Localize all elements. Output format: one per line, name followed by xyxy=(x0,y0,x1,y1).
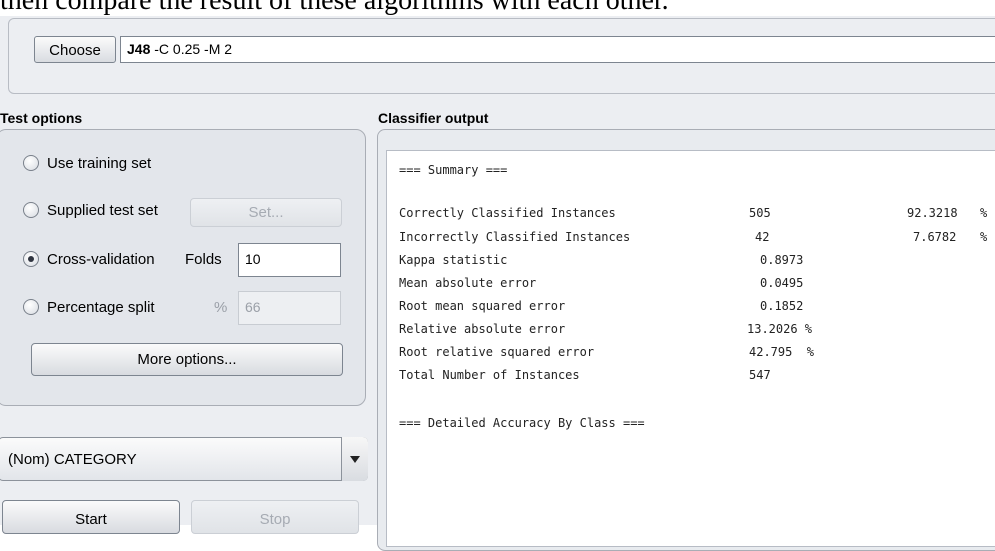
stat-label: Root mean squared error xyxy=(399,299,566,313)
stat-value: 505 xyxy=(749,206,771,220)
stat-value: 0.8973 xyxy=(760,253,804,267)
stat-percentage: 7.6782 xyxy=(913,230,957,244)
stat-value: 0.1852 xyxy=(760,299,804,313)
dropdown-arrow-icon[interactable] xyxy=(341,437,368,481)
set-button[interactable]: Set... xyxy=(190,198,342,227)
radio-cross-validation[interactable] xyxy=(23,251,39,267)
radio-supplied-test-set[interactable] xyxy=(23,202,39,218)
class-attribute-select[interactable]: (Nom) CATEGORY xyxy=(0,437,368,481)
percent-symbol: % xyxy=(980,230,988,244)
test-options-title: Test options xyxy=(0,110,83,126)
stop-button[interactable]: Stop xyxy=(191,500,359,534)
stat-value: 42 xyxy=(755,230,770,244)
stat-value: 0.0495 xyxy=(760,276,804,290)
choose-button[interactable]: Choose xyxy=(34,36,116,63)
start-button[interactable]: Start xyxy=(2,500,180,534)
use-training-set-label: Use training set xyxy=(47,155,152,172)
stat-label: Incorrectly Classified Instances xyxy=(399,230,631,244)
classifier-config-field[interactable]: J48 -C 0.25 -M 2 xyxy=(120,36,995,63)
stat-label: Mean absolute error xyxy=(399,276,537,290)
folds-label: Folds xyxy=(185,251,222,268)
stat-value: 13.2026 % xyxy=(747,322,813,336)
stat-value: 547 xyxy=(749,368,771,382)
percent-symbol: % xyxy=(980,206,988,220)
test-options-panel: Use training set Supplied test set Set..… xyxy=(0,129,366,406)
stat-label: Root relative squared error xyxy=(399,345,595,359)
weka-classifier-window: Choose J48 -C 0.25 -M 2 Test options Use… xyxy=(0,16,995,551)
classifier-output-text[interactable]: === Summary === Correctly Classified Ins… xyxy=(386,150,995,547)
stat-label: Total Number of Instances xyxy=(399,368,580,382)
stat-percentage: 92.3218 xyxy=(907,206,958,220)
class-attribute-value: (Nom) CATEGORY xyxy=(8,451,137,468)
stat-label: Correctly Classified Instances xyxy=(399,206,616,220)
classifier-options: -C 0.25 -M 2 xyxy=(154,41,233,57)
supplied-test-set-label: Supplied test set xyxy=(47,202,158,219)
percentage-input[interactable]: 66 xyxy=(238,291,341,325)
summary-header: === Summary === xyxy=(399,163,508,177)
radio-percentage-split[interactable] xyxy=(23,299,39,315)
cross-validation-label: Cross-validation xyxy=(47,251,155,268)
folds-input[interactable]: 10 xyxy=(238,243,341,277)
detailed-accuracy-header: === Detailed Accuracy By Class === xyxy=(399,416,645,430)
classifier-name: J48 xyxy=(127,41,151,57)
more-options-button[interactable]: More options... xyxy=(31,343,343,376)
stat-label: Kappa statistic xyxy=(399,253,508,267)
stat-value: 42.795 % xyxy=(749,345,815,359)
classifier-panel: Choose J48 -C 0.25 -M 2 xyxy=(8,18,995,94)
stat-label: Relative absolute error xyxy=(399,322,566,336)
document-caption: then compare the result of these algorit… xyxy=(0,0,669,16)
radio-use-training-set[interactable] xyxy=(23,155,39,171)
classifier-output-title: Classifier output xyxy=(378,110,489,126)
percent-symbol: % xyxy=(214,299,228,316)
percentage-split-label: Percentage split xyxy=(47,299,155,316)
